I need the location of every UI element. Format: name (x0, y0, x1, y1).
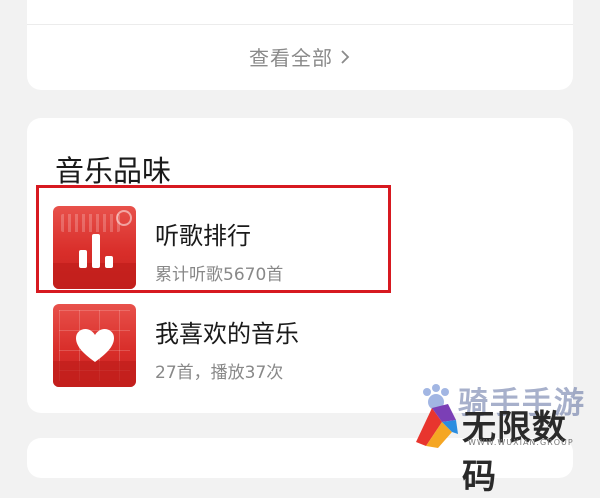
thumbnail-pattern (61, 214, 120, 232)
item-subtitle: 27首，播放37次 (155, 363, 284, 383)
divider (27, 24, 573, 25)
view-all-label: 查看全部 (249, 46, 333, 70)
watermark-brand: 无限数码 WWW.WUXIAN.GROUP (412, 400, 600, 497)
heart-icon (76, 329, 114, 362)
watermark-brand-sub: WWW.WUXIAN.GROUP (468, 438, 574, 447)
music-taste-card: 音乐品味 听歌排行 累计听歌5670首 我喜欢的音乐 27首，播放37次 (27, 118, 573, 413)
item-subtitle: 累计听歌5670首 (155, 265, 284, 285)
chevron-right-icon (339, 46, 351, 70)
listening-ranking-item[interactable]: 听歌排行 累计听歌5670首 (53, 206, 553, 292)
item-title: 听歌排行 (155, 222, 251, 250)
liked-music-thumbnail (53, 304, 136, 387)
item-title: 我喜欢的音乐 (155, 320, 299, 348)
top-card: 查看全部 (27, 0, 573, 90)
ranking-thumbnail (53, 206, 136, 289)
thumbnail-band (53, 361, 136, 387)
section-title: 音乐品味 (55, 154, 172, 188)
watermark-brand-text: 无限数码 (462, 408, 567, 497)
view-all-button[interactable]: 查看全部 (27, 42, 573, 71)
brand-logo-icon (416, 404, 458, 448)
medal-icon (116, 210, 132, 226)
ranking-bars-icon (79, 232, 113, 268)
